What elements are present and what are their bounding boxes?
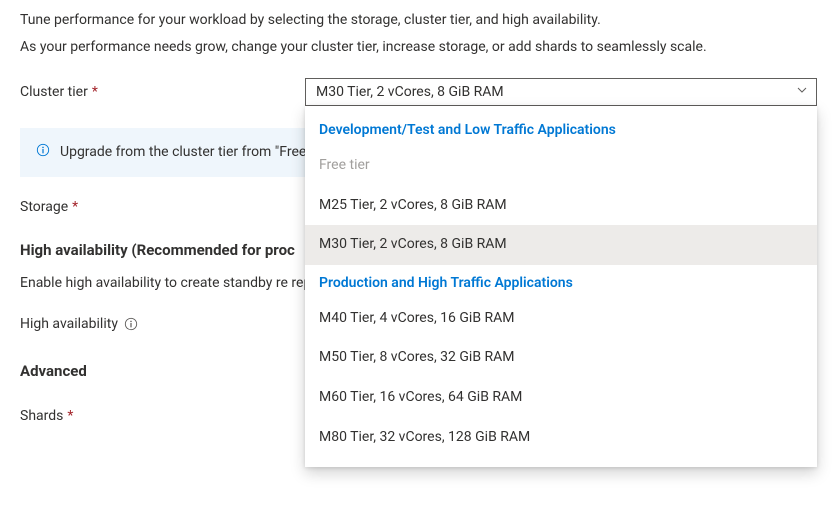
cluster-tier-dropdown[interactable]: Development/Test and Low Traffic Applica… <box>305 106 817 467</box>
required-asterisk: * <box>67 408 73 424</box>
tier-option-m25[interactable]: M25 Tier, 2 vCores, 8 GiB RAM <box>305 186 817 226</box>
info-icon <box>36 143 50 157</box>
ha-label: High availability <box>20 316 118 332</box>
cluster-tier-selected-value: M30 Tier, 2 vCores, 8 GiB RAM <box>316 79 504 105</box>
performance-config-panel: Tune performance for your workload by se… <box>0 0 837 450</box>
shards-label: Shards <box>20 408 63 424</box>
cluster-tier-select[interactable]: M30 Tier, 2 vCores, 8 GiB RAM <box>305 78 817 106</box>
required-asterisk: * <box>92 84 98 100</box>
required-asterisk: * <box>72 199 78 215</box>
tier-option-free: Free tier <box>305 146 817 186</box>
intro-text-1: Tune performance for your workload by se… <box>20 10 817 31</box>
info-icon[interactable] <box>124 317 138 331</box>
cluster-tier-label: Cluster tier <box>20 84 88 100</box>
tier-option-m60[interactable]: M60 Tier, 16 vCores, 64 GiB RAM <box>305 378 817 418</box>
storage-label-wrap: Storage * <box>20 199 305 215</box>
shards-label-wrap: Shards * <box>20 408 305 424</box>
tier-option-m50[interactable]: M50 Tier, 8 vCores, 32 GiB RAM <box>305 338 817 378</box>
chevron-down-icon <box>796 79 808 105</box>
intro-text-2: As your performance needs grow, change y… <box>20 37 817 58</box>
cluster-tier-label-wrap: Cluster tier * <box>20 84 305 100</box>
tier-option-m30[interactable]: M30 Tier, 2 vCores, 8 GiB RAM <box>305 225 817 265</box>
dropdown-group-dev: Development/Test and Low Traffic Applica… <box>305 112 817 146</box>
cluster-tier-row: Cluster tier * M30 Tier, 2 vCores, 8 GiB… <box>20 78 817 106</box>
dropdown-group-prod: Production and High Traffic Applications <box>305 265 817 299</box>
cluster-tier-input-col: M30 Tier, 2 vCores, 8 GiB RAM Developmen… <box>305 78 817 106</box>
storage-label: Storage <box>20 199 68 215</box>
tier-option-m40[interactable]: M40 Tier, 4 vCores, 16 GiB RAM <box>305 299 817 339</box>
tier-option-m80[interactable]: M80 Tier, 32 vCores, 128 GiB RAM <box>305 418 817 458</box>
